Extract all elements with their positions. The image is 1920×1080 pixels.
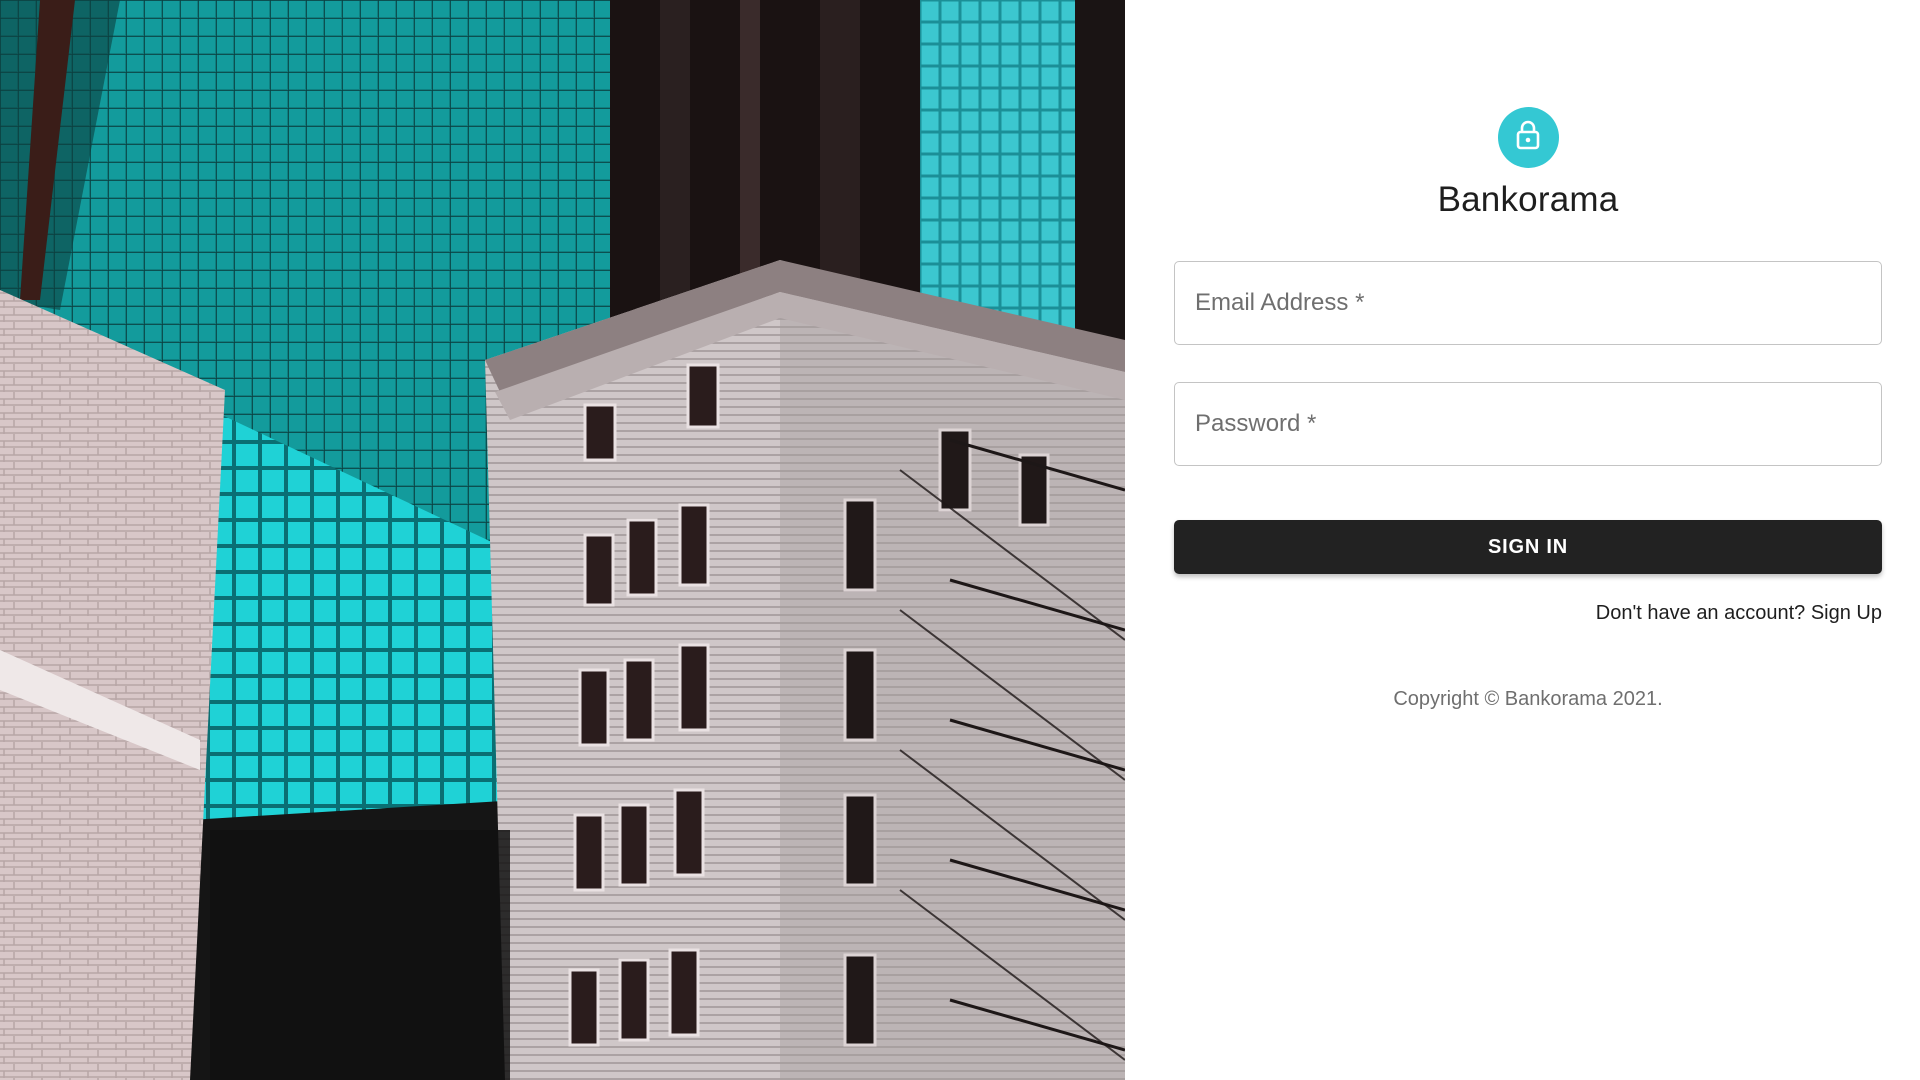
signup-row: Don't have an account? Sign Up [1174, 602, 1882, 625]
login-form: Bankorama SIGN IN Don't have an account?… [1174, 107, 1882, 711]
page-title: Bankorama [1437, 180, 1619, 219]
avatar [1497, 107, 1559, 168]
password-input[interactable] [1175, 383, 1881, 465]
hero-image [0, 0, 1125, 1080]
copyright-text: Copyright © Bankorama 2021. [1393, 688, 1663, 710]
login-panel: Bankorama SIGN IN Don't have an account?… [1125, 0, 1920, 1080]
email-field[interactable] [1174, 261, 1882, 345]
password-field[interactable] [1174, 382, 1882, 466]
city-buildings-illustration [0, 0, 1125, 1080]
email-input[interactable] [1175, 262, 1881, 344]
lock-icon [1515, 120, 1541, 155]
login-page: Bankorama SIGN IN Don't have an account?… [0, 0, 1920, 1080]
sign-in-button[interactable]: SIGN IN [1174, 520, 1882, 574]
sign-up-link[interactable]: Don't have an account? Sign Up [1596, 602, 1882, 624]
